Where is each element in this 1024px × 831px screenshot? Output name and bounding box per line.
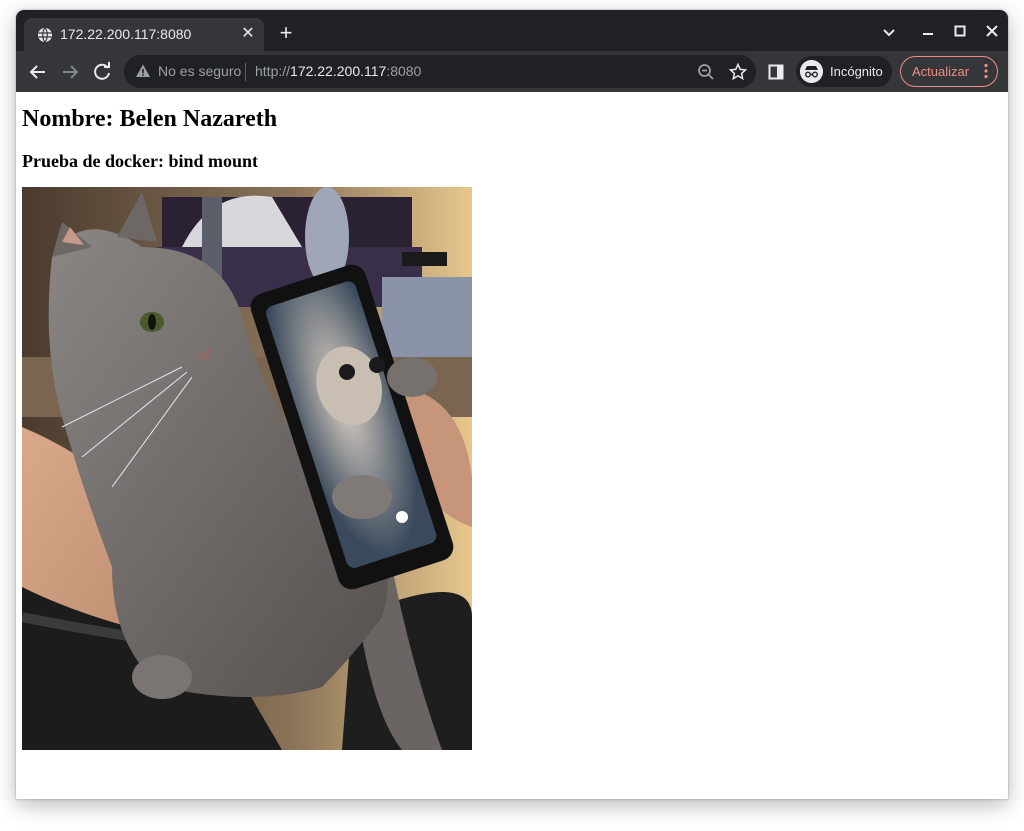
- url-host: 172.22.200.117: [290, 63, 387, 79]
- update-label: Actualizar: [912, 64, 970, 79]
- tab-bar: 172.22.200.117:8080 ✕ +: [16, 10, 1008, 51]
- globe-icon: [38, 27, 52, 43]
- tab-search-chevron-icon[interactable]: [876, 20, 902, 44]
- update-button[interactable]: Actualizar: [900, 56, 998, 87]
- address-bar[interactable]: No es seguro http://172.22.200.117:8080: [124, 55, 756, 88]
- incognito-indicator[interactable]: Incógnito: [796, 56, 892, 87]
- minimize-icon[interactable]: [915, 20, 941, 44]
- reload-icon[interactable]: [89, 59, 115, 85]
- active-tab[interactable]: 172.22.200.117:8080 ✕: [24, 18, 264, 51]
- warning-icon[interactable]: [135, 63, 151, 79]
- incognito-label: Incógnito: [830, 64, 883, 79]
- zoom-out-icon[interactable]: [696, 62, 716, 82]
- forward-arrow-icon[interactable]: [57, 59, 83, 85]
- incognito-icon: [800, 60, 823, 83]
- cat-photo: [22, 187, 472, 750]
- omnibox-divider: [245, 63, 246, 81]
- security-label[interactable]: No es seguro: [158, 63, 241, 79]
- page-subheading: Prueba de docker: bind mount: [22, 151, 259, 171]
- url-port: :8080: [386, 63, 422, 79]
- close-window-icon[interactable]: [979, 20, 1005, 44]
- maximize-icon[interactable]: [947, 20, 973, 44]
- page-content: Nombre: Belen Nazareth Prueba de docker:…: [16, 92, 1008, 799]
- url-text[interactable]: http://172.22.200.117:8080: [255, 63, 421, 79]
- url-scheme: http://: [255, 63, 291, 79]
- back-arrow-icon[interactable]: [25, 59, 51, 85]
- more-menu-icon[interactable]: [984, 63, 988, 79]
- tab-close-icon[interactable]: ✕: [238, 24, 258, 44]
- new-tab-icon[interactable]: +: [274, 22, 298, 46]
- side-panel-icon[interactable]: [768, 64, 784, 80]
- browser-window: 172.22.200.117:8080 ✕ + No es seguro htt…: [16, 10, 1008, 799]
- toolbar: No es seguro http://172.22.200.117:8080: [16, 51, 1008, 92]
- page-heading: Nombre: Belen Nazareth: [22, 106, 278, 132]
- bookmark-star-icon[interactable]: [728, 62, 748, 82]
- tab-title: 172.22.200.117:8080: [60, 26, 192, 42]
